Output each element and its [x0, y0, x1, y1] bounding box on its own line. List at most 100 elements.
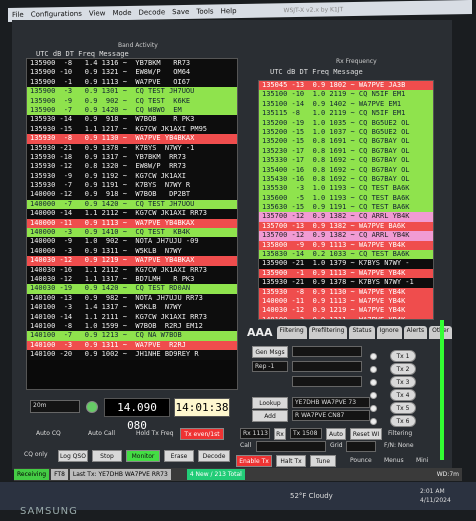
tx6-button[interactable]: Tx 6 — [390, 415, 416, 427]
decode-row[interactable]: 135930 -21 0.9 1378 ~ K7BYS N7WY -1 — [27, 143, 237, 153]
menu-help[interactable]: Help — [221, 7, 237, 15]
decode-row[interactable]: 140030 -12 1.1 1317 ~ BD7LMH R PK3 — [27, 274, 237, 285]
menu-tools[interactable]: Tools — [196, 7, 213, 15]
tx5-radio[interactable] — [370, 405, 377, 412]
decode-row[interactable]: 135900 -21 1.0 1379 ~ K7BYS N7WY - — [259, 259, 433, 269]
band-activity-panel[interactable]: 135900 -8 1.4 1316 ~ YB7BKM RR73 135900 -… — [26, 58, 238, 390]
decode-row[interactable]: 135930 -7 0.9 1191 ~ K7BYS N7WY R — [27, 181, 237, 191]
decode-row[interactable]: 135930 -14 0.9 918 ~ W7BOB R PK3 — [27, 115, 237, 125]
decode-row[interactable]: 140100 -3 0.9 1311 ~ WA7PVE YB4K — [259, 315, 433, 319]
decode-row[interactable]: 135900 -3 0.9 1301 ~ CQ TEST JH7UOU — [27, 87, 237, 97]
auto-button[interactable]: Auto — [326, 428, 346, 440]
halt-tx-button[interactable]: Halt Tx — [276, 455, 306, 467]
decode-row[interactable]: 135900 -7 0.9 1420 ~ CQ W8WO EM — [27, 105, 237, 116]
decode-row[interactable]: 135600 -5 1.0 1193 ~ CQ TEST BA6K — [259, 193, 433, 204]
decode-row[interactable]: 135900 -9 0.9 902 ~ CQ TEST K6KE — [27, 96, 237, 106]
band-select[interactable]: 20m — [30, 400, 80, 413]
decode-row[interactable]: 135330 -17 0.8 1692 ~ CQ BG7BAY OL — [259, 156, 433, 166]
mini-checkbox[interactable]: Mini — [416, 457, 428, 464]
decode-row[interactable]: 140100 -7 0.9 1213 ~ CQ NA W7BOB — [27, 331, 237, 341]
decode-row[interactable]: 135115 -8 1.0 2119 ~ CQ N5IF EM1 — [259, 109, 433, 119]
decode-row[interactable]: 135100 -14 0.9 1402 ~ WA7PVE EM1 — [259, 99, 433, 110]
dx-grid-field[interactable] — [346, 441, 376, 452]
menu-configurations[interactable]: Configurations — [31, 10, 82, 19]
tab-filtering[interactable]: Filtering — [276, 326, 307, 339]
decode-row[interactable]: 135400 -16 0.8 1692 ~ CQ BG7BAY OL — [259, 165, 433, 175]
decode-row[interactable]: 140100 -14 1.1 2111 ~ KG7CW JK1AXI RR73 — [27, 312, 237, 322]
decode-row[interactable]: 135930 -9 0.9 1192 ~ KG7CW JK1AXI — [27, 171, 237, 182]
decode-row[interactable]: 135230 -17 0.8 1691 ~ CQ BG7BAY OL — [259, 146, 433, 157]
menu-mode[interactable]: Mode — [112, 9, 131, 17]
tx2-radio[interactable] — [370, 366, 377, 373]
tab-status[interactable]: Status — [349, 326, 375, 339]
lookup-button[interactable]: Lookup — [252, 397, 288, 409]
log-qso-button[interactable]: Log QSO — [58, 450, 88, 462]
decode-row[interactable]: 140000 -11 0.9 1113 ~ WA7PVE YB4K — [259, 296, 433, 307]
menu-view[interactable]: View — [89, 9, 106, 17]
auto-cq-checkbox[interactable]: Auto CQ — [36, 430, 61, 437]
tx-freq-spin[interactable]: Tx 1508 — [290, 428, 322, 439]
dx-call-field[interactable] — [256, 441, 326, 452]
menu-file[interactable]: File — [12, 11, 24, 19]
tab-alerts[interactable]: Alerts — [403, 326, 428, 339]
tx5-button[interactable]: Tx 5 — [390, 402, 416, 414]
decode-row[interactable]: 140100 -13 0.9 982 ~ NOTA JH7UJU RR73 — [27, 293, 237, 304]
auto-call-checkbox[interactable]: Auto Call — [88, 430, 115, 437]
decode-row[interactable]: 135200 -19 1.0 1035 ~ CQ BG5UE2 OL — [259, 118, 433, 128]
tx1-radio[interactable] — [370, 353, 377, 360]
decode-row[interactable]: 140000 -7 0.9 1420 ~ CQ TEST JH7UOU — [27, 199, 237, 210]
tx5-message[interactable]: R WA7PVE CN87 — [292, 410, 370, 421]
hold-tx-freq-checkbox[interactable]: Hold Tx Freq — [136, 430, 174, 437]
decode-row[interactable]: 135530 -3 1.0 1193 ~ CQ TEST BA6K — [259, 184, 433, 194]
decode-button[interactable]: Decode — [198, 450, 230, 462]
decode-row[interactable]: 140000 -14 1.1 2112 ~ KG7CW JK1AXI RR73 — [27, 209, 237, 219]
decode-row[interactable]: 140100 -3 0.9 1311 ~ WA7PVE R2RJ — [27, 340, 237, 351]
decode-row[interactable]: 135800 -9 0.9 1113 ~ WA7PVE YB4K — [259, 240, 433, 251]
decode-row[interactable]: 140100 -3 1.4 1317 ~ W5KLB N7WY — [27, 303, 237, 313]
decode-row[interactable]: 135930 -21 0.9 1378 ~ K7BYS N7WY -1 — [259, 278, 433, 288]
decode-row[interactable]: 135100 -10 1.0 2119 ~ CQ N5IF EM1 — [259, 90, 433, 100]
enable-tx-button[interactable]: Enable Tx — [236, 455, 272, 467]
stop-button[interactable]: Stop — [92, 450, 122, 462]
reset-wi-button[interactable]: Reset WI — [350, 428, 382, 440]
tab-prefiltering[interactable]: Prefiltering — [308, 326, 348, 339]
weather-widget[interactable]: 52°F Cloudy — [290, 492, 333, 500]
decode-row[interactable]: 135200 -15 0.8 1691 ~ CQ BG7BAY OL — [259, 137, 433, 147]
tune-button[interactable]: Tune — [310, 455, 336, 467]
menus-checkbox[interactable]: Menus — [384, 457, 404, 464]
decode-row[interactable]: 135630 -15 0.9 1191 ~ CQ TEST BA6K — [259, 203, 433, 213]
tx4-radio[interactable] — [370, 392, 377, 399]
decode-row[interactable]: 140000 -3 0.9 1410 ~ CQ TEST KB4K — [27, 228, 237, 238]
decode-row[interactable]: 135930 -8 0.9 1130 ~ WA7PVE YB4K — [259, 287, 433, 297]
decode-row[interactable]: 135700 -12 0.9 1382 ~ CQ ARRL YB4K — [259, 231, 433, 241]
decode-row[interactable]: 135700 -13 0.9 1382 ~ WA7PVE BA6K — [259, 221, 433, 232]
gen-msgs-button[interactable]: Gen Msgs — [252, 346, 288, 358]
decode-row[interactable]: 140030 -19 0.9 1420 ~ CQ TEST RD0AN — [27, 284, 237, 294]
decode-row[interactable]: 140030 -12 0.9 1219 ~ WA7PVE YB4BKAX — [27, 256, 237, 266]
band-activity-list[interactable]: 135900 -8 1.4 1316 ~ YB7BKM RR73 135900 -… — [27, 59, 237, 389]
menu-decode[interactable]: Decode — [139, 8, 166, 16]
decode-row[interactable]: 135700 -12 0.9 1382 ~ CQ ARRL YB4K — [259, 212, 433, 222]
decode-row[interactable]: 135930 -18 0.9 1317 ~ YB7BKM RR73 — [27, 152, 237, 163]
tx1-message[interactable] — [292, 346, 362, 357]
decode-row[interactable]: 135900 -8 1.4 1316 ~ YB7BKM RR73 — [27, 59, 237, 69]
decode-row[interactable]: 140100 -20 0.9 1002 ~ JH1NHE BD9REY R — [27, 350, 237, 360]
decode-row[interactable]: 135045 -13 0.9 1802 ~ WA7PVE JA3B — [259, 81, 433, 91]
tx2-button[interactable]: Tx 2 — [390, 363, 416, 375]
tx1-button[interactable]: Tx 1 — [390, 350, 416, 362]
decode-row[interactable]: 140000 -11 0.9 1113 ~ WA7PVE YB4BKAX — [27, 218, 237, 229]
tx4-message[interactable]: YE7DHB WA7PVE 73 — [292, 397, 370, 408]
decode-row[interactable]: 135930 -12 0.8 1320 ~ EW8W/P RR73 — [27, 162, 237, 172]
decode-row[interactable]: 140100 -8 1.0 1599 ~ W7BOB R2RJ EM12 — [27, 321, 237, 332]
decode-row[interactable]: 135200 -15 1.0 1037 ~ CQ BG5UE2 OL — [259, 127, 433, 138]
filtering-checkbox[interactable]: Filtering — [388, 430, 412, 437]
tx-even-button[interactable]: Tx even/1st — [180, 428, 224, 440]
tx6-radio[interactable] — [370, 418, 377, 425]
tx3-button[interactable]: Tx 3 — [390, 376, 416, 388]
tx3-message[interactable] — [292, 376, 362, 387]
decode-row[interactable]: 135830 -14 0.2 1033 ~ CQ TEST BA6K — [259, 250, 433, 260]
erase-button[interactable]: Erase — [164, 450, 194, 462]
decode-row[interactable]: 140000 -12 0.9 918 ~ W7BOB DP2BT — [27, 190, 237, 200]
tx4-button[interactable]: Tx 4 — [390, 389, 416, 401]
pounce-checkbox[interactable]: Pounce — [350, 457, 372, 464]
